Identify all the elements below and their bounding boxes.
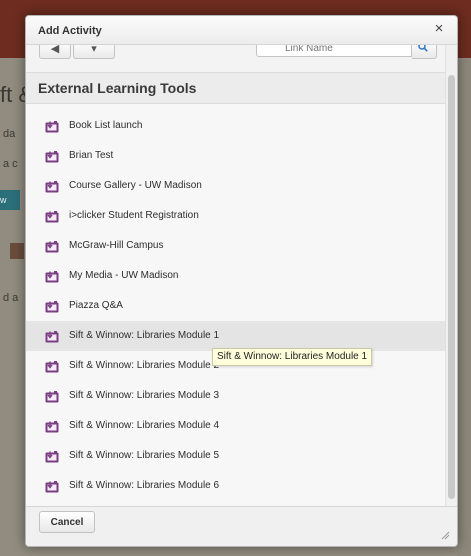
search-icon bbox=[418, 45, 428, 55]
list-item[interactable]: My Media - UW Madison bbox=[26, 261, 445, 291]
list-item-label: Book List launch bbox=[69, 120, 143, 131]
section-heading: External Learning Tools bbox=[26, 72, 445, 104]
list-item-label: Sift & Winnow: Libraries Module 2 bbox=[69, 360, 220, 371]
external-tools-list: Book List launch Brian Test Course Gallery… bbox=[26, 111, 445, 504]
external-tool-icon bbox=[45, 300, 59, 313]
list-item-label: McGraw-Hill Campus bbox=[69, 240, 164, 251]
background-icon bbox=[10, 243, 24, 259]
list-item-label: Sift & Winnow: Libraries Module 4 bbox=[69, 420, 220, 431]
external-tool-icon bbox=[45, 270, 59, 283]
external-tool-icon bbox=[45, 210, 59, 223]
list-item-label: Sift & Winnow: Libraries Module 1 bbox=[69, 330, 220, 341]
list-item-label: Brian Test bbox=[69, 150, 114, 161]
add-activity-dialog: Add Activity × ◀ ▾ External Learning Too… bbox=[25, 15, 458, 547]
external-tool-icon bbox=[45, 150, 59, 163]
list-item[interactable]: Sift & Winnow: Libraries Module 5 bbox=[26, 441, 445, 471]
external-tool-icon bbox=[45, 120, 59, 133]
list-item[interactable]: Piazza Q&A bbox=[26, 291, 445, 321]
list-item-label: Sift & Winnow: Libraries Module 5 bbox=[69, 450, 220, 461]
list-item[interactable]: Sift & Winnow: Libraries Module 3 bbox=[26, 381, 445, 411]
background-right-strip bbox=[457, 60, 471, 556]
list-item-label: i>clicker Student Registration bbox=[69, 210, 199, 221]
external-tool-icon bbox=[45, 450, 59, 463]
dialog-title: Add Activity bbox=[38, 25, 102, 37]
external-tool-icon bbox=[45, 330, 59, 343]
list-item-label: Sift & Winnow: Libraries Module 3 bbox=[69, 390, 220, 401]
list-item[interactable]: Brian Test bbox=[26, 141, 445, 171]
background-text-fragment: a c bbox=[3, 158, 18, 170]
external-tool-icon bbox=[45, 180, 59, 193]
options-dropdown-button[interactable]: ▾ bbox=[73, 45, 115, 59]
chevron-down-icon: ▾ bbox=[91, 45, 97, 55]
resize-grip-icon[interactable] bbox=[440, 530, 450, 540]
external-tool-icon bbox=[45, 480, 59, 493]
list-item[interactable]: Course Gallery - UW Madison bbox=[26, 171, 445, 201]
search-input[interactable] bbox=[256, 45, 412, 57]
cancel-button[interactable]: Cancel bbox=[39, 511, 95, 533]
list-item[interactable]: Sift & Winnow: Libraries Module 1 bbox=[26, 321, 445, 351]
list-item[interactable]: McGraw-Hill Campus bbox=[26, 231, 445, 261]
background-text-fragment: da bbox=[3, 128, 16, 140]
list-item[interactable]: i>clicker Student Registration bbox=[26, 201, 445, 231]
background-text-fragment: d a bbox=[3, 292, 19, 304]
dialog-footer: Cancel bbox=[26, 506, 457, 546]
section-heading-text: External Learning Tools bbox=[38, 80, 197, 96]
external-tool-icon bbox=[45, 360, 59, 373]
back-button[interactable]: ◀ bbox=[39, 45, 71, 59]
external-tool-icon bbox=[45, 390, 59, 403]
search-button[interactable] bbox=[412, 45, 437, 59]
list-item[interactable]: Book List launch bbox=[26, 111, 445, 141]
scrollbar[interactable] bbox=[445, 45, 457, 506]
dialog-header: Add Activity × bbox=[26, 16, 457, 45]
list-item-label: My Media - UW Madison bbox=[69, 270, 179, 281]
external-tool-icon bbox=[45, 240, 59, 253]
external-tool-icon bbox=[45, 420, 59, 433]
close-icon[interactable]: × bbox=[431, 21, 447, 37]
list-item-label: Piazza Q&A bbox=[69, 300, 123, 311]
scrollbar-thumb[interactable] bbox=[448, 75, 455, 499]
dialog-toolbar: ◀ ▾ bbox=[26, 45, 457, 73]
list-item[interactable]: Sift & Winnow: Libraries Module 6 bbox=[26, 471, 445, 501]
list-item[interactable]: Sift & Winnow: Libraries Module 4 bbox=[26, 411, 445, 441]
arrow-left-icon: ◀ bbox=[50, 45, 60, 55]
background-button-fragment: w bbox=[0, 190, 20, 210]
list-item-label: Sift & Winnow: Libraries Module 6 bbox=[69, 480, 220, 491]
item-tooltip: Sift & Winnow: Libraries Module 1 bbox=[212, 348, 373, 366]
list-item-label: Course Gallery - UW Madison bbox=[69, 180, 202, 191]
